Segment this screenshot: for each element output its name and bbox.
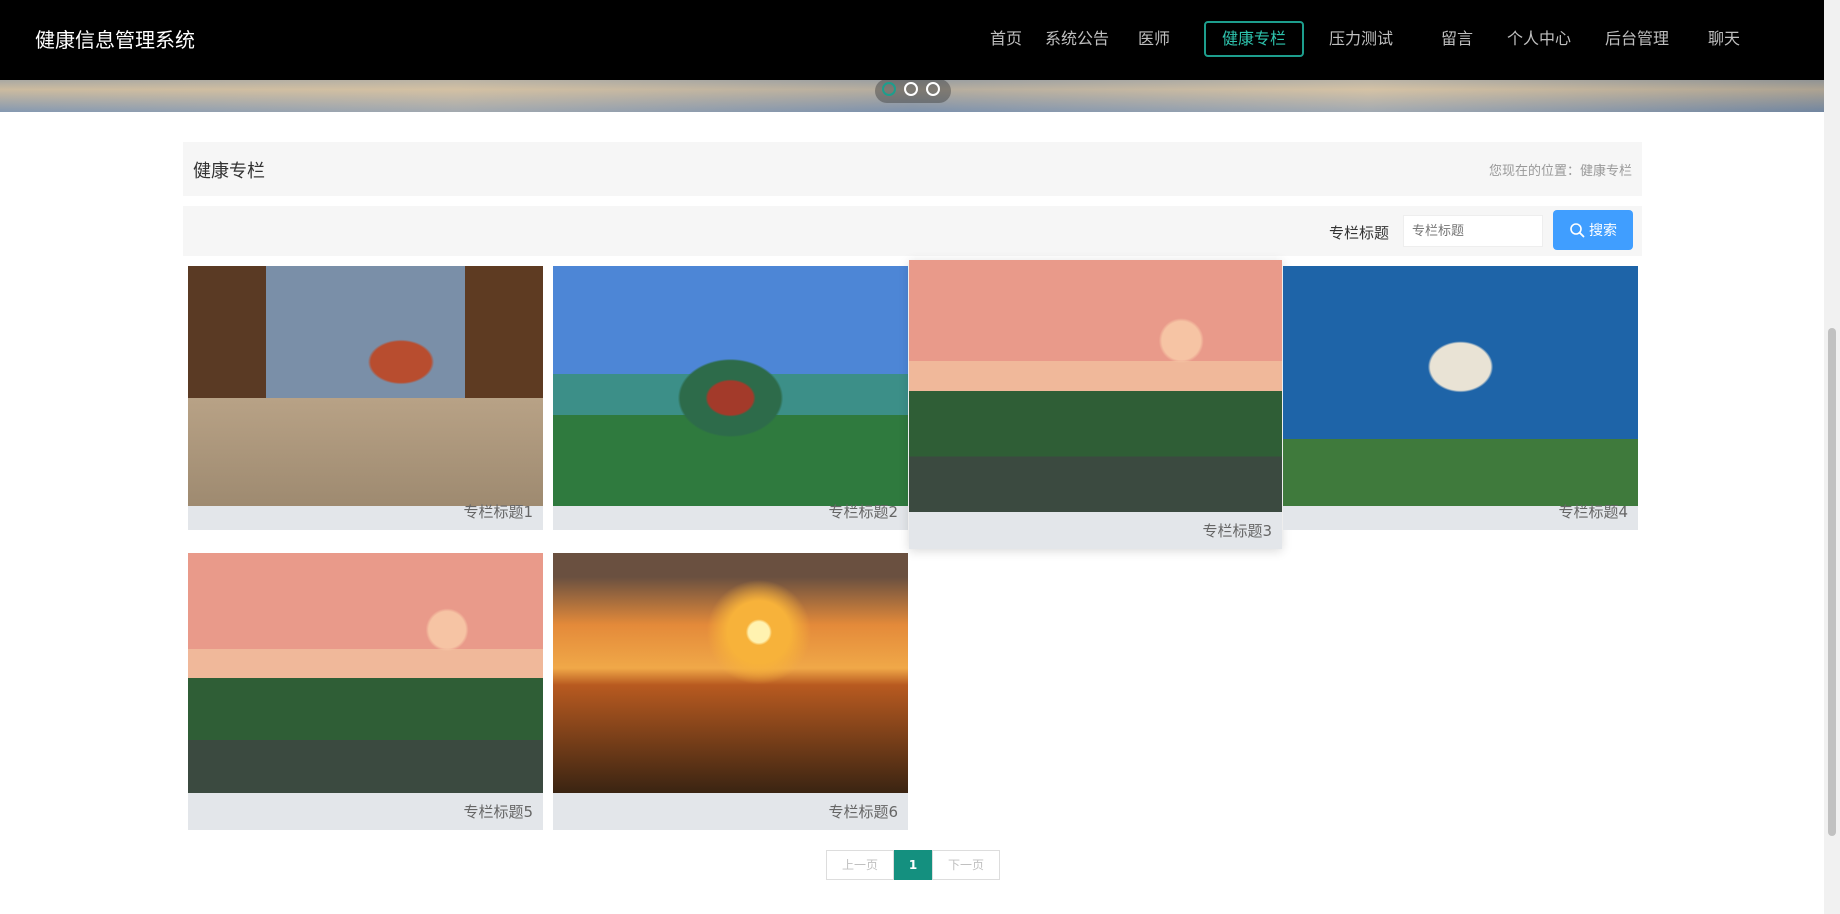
pagination-prev[interactable]: 上一页 (826, 850, 894, 880)
nav-item-health-column[interactable]: 健康专栏 (1204, 21, 1304, 57)
breadcrumb-location: 您现在的位置：健康专栏 (1488, 164, 1632, 179)
breadcrumb: 健康专栏 您现在的位置：健康专栏 (183, 142, 1642, 196)
search-button[interactable]: 搜索 (1553, 210, 1633, 250)
search-icon (1570, 223, 1585, 238)
card-image-riverside-pavilion (553, 266, 908, 506)
column-card-4[interactable]: 专栏标题4 (1283, 266, 1638, 530)
pagination-next[interactable]: 下一页 (932, 850, 1000, 880)
card-title: 专栏标题6 (828, 803, 898, 821)
nav-item-messages[interactable]: 留言 (1432, 21, 1482, 57)
top-navigation-bar: 健康信息管理系统 首页 系统公告 医师 健康专栏 压力测试 留言 个人中心 后台… (0, 0, 1824, 80)
card-image-sailboat-sunset (553, 553, 908, 793)
search-button-label: 搜索 (1589, 223, 1617, 239)
column-card-1[interactable]: 专栏标题1 (188, 266, 543, 530)
nav-item-home[interactable]: 首页 (976, 21, 1036, 57)
card-image-temple-sunset (188, 553, 543, 793)
card-title: 专栏标题2 (828, 503, 898, 521)
page-scrollbar[interactable] (1824, 0, 1840, 914)
search-input[interactable] (1403, 215, 1543, 247)
nav-item-doctors[interactable]: 医师 (1129, 21, 1179, 57)
nav-item-chat[interactable]: 聊天 (1699, 21, 1749, 57)
column-card-6[interactable]: 专栏标题6 (553, 553, 908, 830)
nav-item-announcements[interactable]: 系统公告 (1029, 21, 1125, 57)
search-label: 专栏标题 (1329, 224, 1390, 242)
app-title: 健康信息管理系统 (35, 28, 195, 52)
column-card-5[interactable]: 专栏标题5 (188, 553, 543, 830)
column-card-3[interactable]: 专栏标题3 (909, 260, 1282, 549)
carousel-dot-1[interactable] (882, 82, 896, 96)
nav-item-admin[interactable]: 后台管理 (1597, 21, 1677, 57)
card-title: 专栏标题1 (463, 503, 533, 521)
pagination-page-1[interactable]: 1 (894, 850, 932, 880)
card-title: 专栏标题3 (1202, 522, 1272, 540)
nav-item-stress-test[interactable]: 压力测试 (1321, 21, 1401, 57)
card-image-ancient-street-gate (188, 266, 543, 506)
card-image-leaning-tower (1283, 266, 1638, 506)
nav-item-personal-center[interactable]: 个人中心 (1499, 21, 1579, 57)
page-title: 健康专栏 (193, 161, 265, 182)
search-panel: 专栏标题 搜索 (183, 206, 1642, 256)
card-image-temple-sunset (909, 260, 1282, 512)
column-card-2[interactable]: 专栏标题2 (553, 266, 908, 530)
scrollbar-thumb[interactable] (1828, 328, 1836, 836)
carousel-indicators (875, 79, 951, 103)
carousel-dot-2[interactable] (904, 82, 918, 96)
card-title: 专栏标题4 (1558, 503, 1628, 521)
carousel-dot-3[interactable] (926, 82, 940, 96)
card-title: 专栏标题5 (463, 803, 533, 821)
